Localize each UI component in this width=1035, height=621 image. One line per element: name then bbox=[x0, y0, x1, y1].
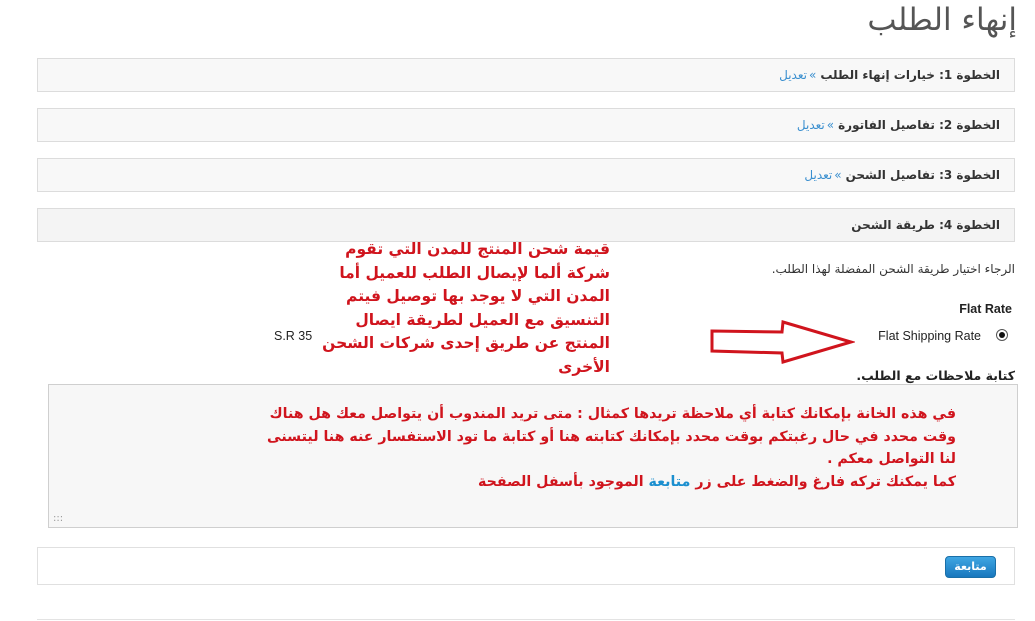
step-3-title: الخطوة 3: تفاصيل الشحن bbox=[845, 168, 1000, 182]
step-1-title: الخطوة 1: خيارات إنهاء الطلب bbox=[820, 68, 1000, 82]
shipping-option-price: S.R 35 bbox=[274, 329, 313, 343]
step-2-billing-details[interactable]: الخطوة 2: تفاصيل الفاتورة » تعديل bbox=[37, 108, 1015, 142]
shipping-instruction: الرجاء اختيار طريقة الشحن المفضلة لهذا ا… bbox=[771, 262, 1015, 276]
bottom-divider bbox=[37, 619, 1015, 620]
step-4-shipping-method: الخطوة 4: طريقة الشحن bbox=[37, 208, 1015, 242]
comments-annotation-tail-end: الموجود بأسفل الصفحة bbox=[478, 473, 644, 490]
step-3-shipping-details[interactable]: الخطوة 3: تفاصيل الشحن » تعديل bbox=[37, 158, 1015, 192]
step-2-separator: » bbox=[826, 118, 835, 132]
shipping-option-label[interactable]: Flat Shipping Rate bbox=[878, 329, 981, 343]
comments-annotation-highlight: متابعة bbox=[648, 473, 691, 490]
resize-grip-icon[interactable]: ::: bbox=[53, 513, 63, 524]
actions-bar bbox=[37, 547, 1015, 585]
shipping-annotation: قيمة شحن المنتج للمدن التي تقوم شركة ألم… bbox=[322, 240, 610, 376]
comments-label: كتابة ملاحظات مع الطلب. bbox=[856, 368, 1015, 383]
comments-annotation-tail-start: كما يمكنك تركه فارغ والضغط على زر bbox=[695, 473, 956, 490]
comments-annotation-main: في هذه الخانة بإمكانك كتابة أي ملاحظة تر… bbox=[267, 406, 956, 467]
shipping-option-radio[interactable] bbox=[996, 329, 1008, 341]
page-title: إنهاء الطلب bbox=[867, 2, 1017, 38]
step-1-edit-link[interactable]: تعديل bbox=[779, 68, 807, 82]
step-4-title: الخطوة 4: طريقة الشحن bbox=[851, 218, 1000, 232]
step-2-title: الخطوة 2: تفاصيل الفاتورة bbox=[838, 118, 1000, 132]
step-1-checkout-options[interactable]: الخطوة 1: خيارات إنهاء الطلب » تعديل bbox=[37, 58, 1015, 92]
step-3-edit-link[interactable]: تعديل bbox=[804, 168, 832, 182]
step-3-separator: » bbox=[834, 168, 842, 182]
step-2-edit-link[interactable]: تعديل bbox=[797, 118, 825, 132]
step-1-separator: » bbox=[808, 68, 817, 82]
shipping-method-heading: Flat Rate bbox=[959, 302, 1012, 316]
continue-button[interactable]: متابعة bbox=[945, 556, 996, 578]
comments-annotation: في هذه الخانة بإمكانك كتابة أي ملاحظة تر… bbox=[250, 403, 956, 493]
shipping-option-row[interactable]: S.R 35 Flat Shipping Rate bbox=[250, 328, 1015, 348]
